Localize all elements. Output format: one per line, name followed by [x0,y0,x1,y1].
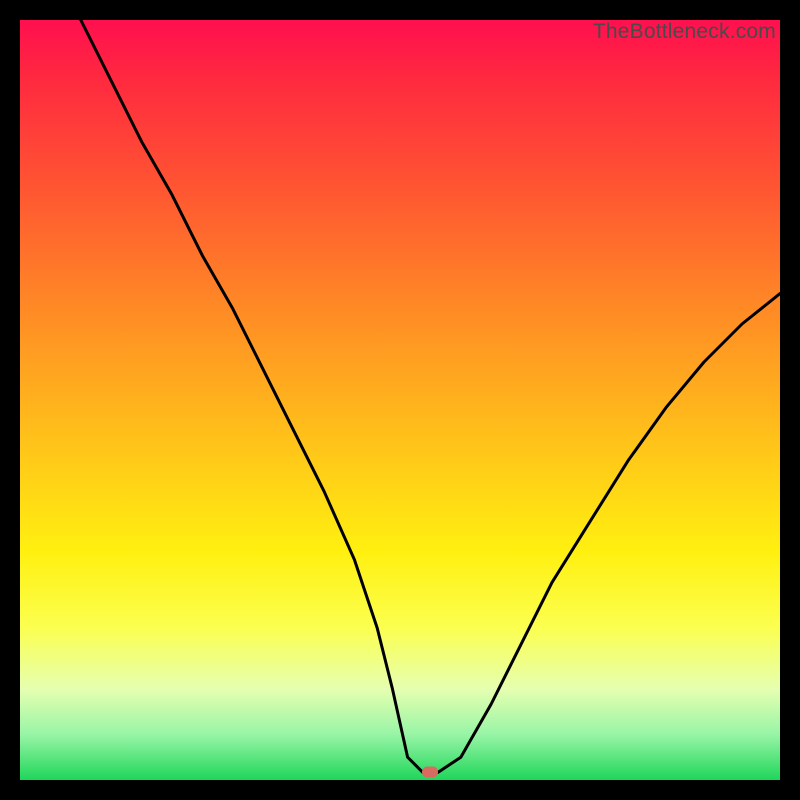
chart-frame: TheBottleneck.com [0,0,800,800]
plot-area: TheBottleneck.com [20,20,780,780]
optimal-point-marker [422,767,438,778]
bottleneck-curve [20,20,780,780]
watermark-text: TheBottleneck.com [593,20,776,44]
